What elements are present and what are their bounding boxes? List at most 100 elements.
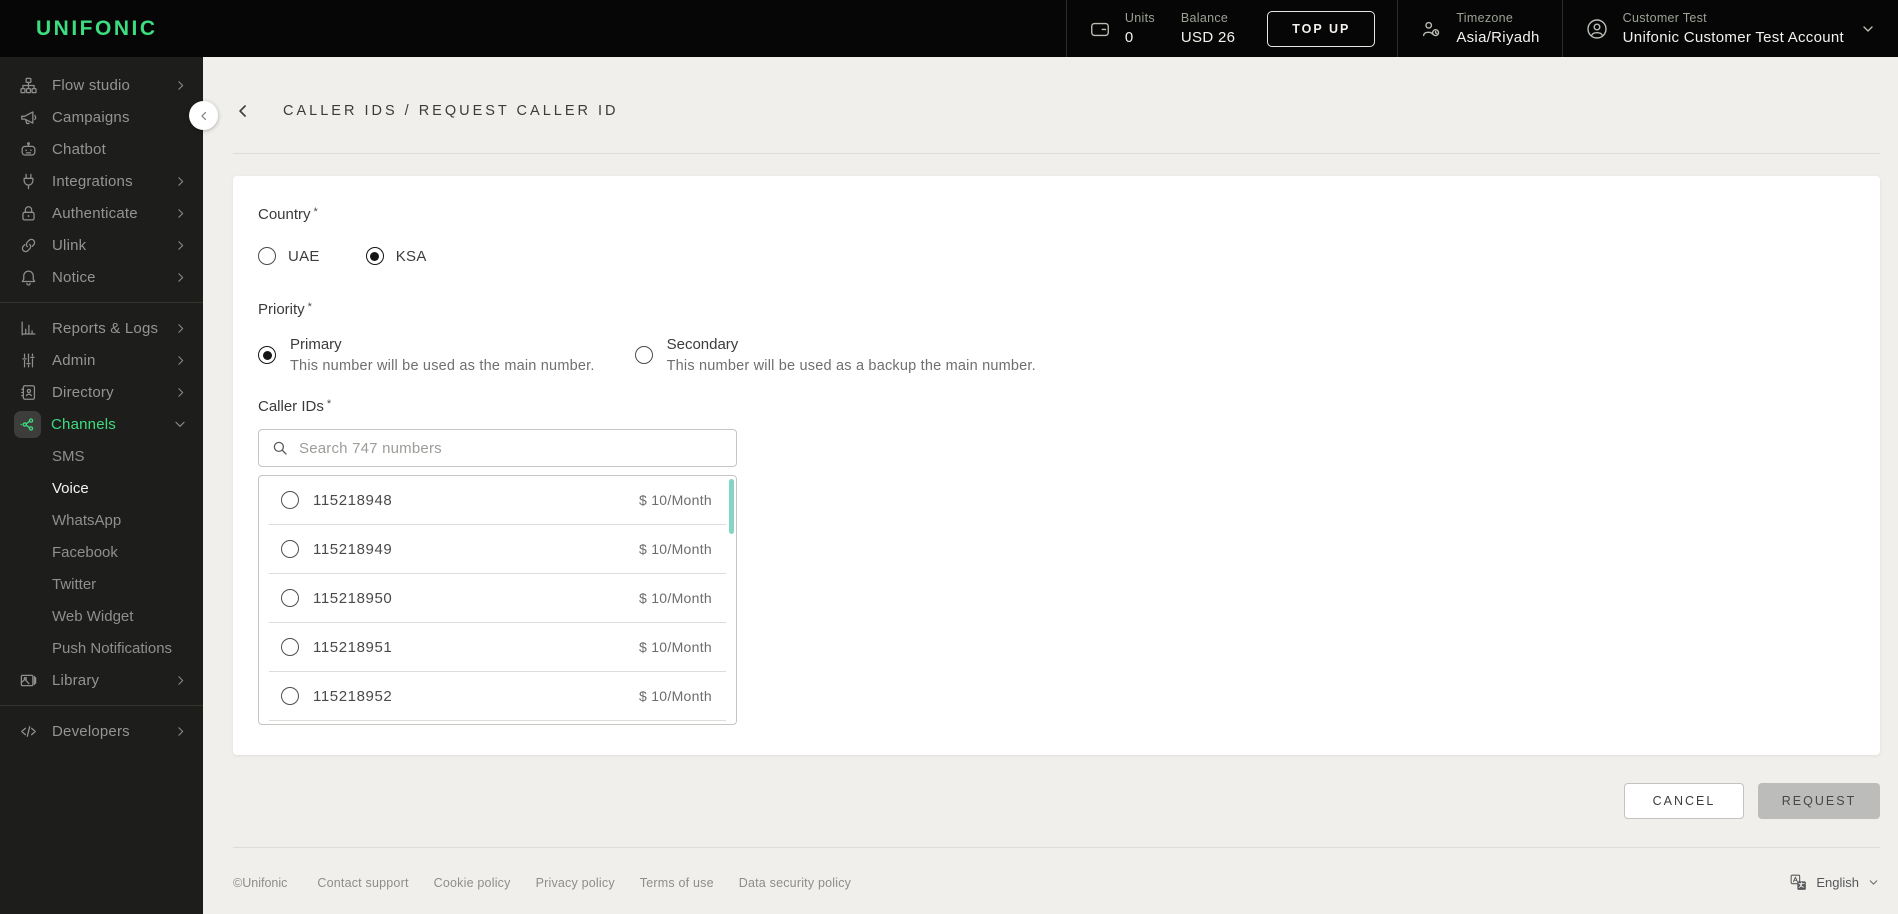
footer-link-cookie-policy[interactable]: Cookie policy: [434, 876, 511, 890]
sidebar-item-label: Ulink: [52, 236, 87, 254]
sidebar-item-directory[interactable]: Directory: [0, 376, 203, 408]
account-section[interactable]: Customer Test Unifonic Customer Test Acc…: [1561, 0, 1898, 57]
chevron-right-icon: [174, 386, 187, 399]
number-search-input[interactable]: [299, 439, 736, 457]
sidebar-subitem-push-notifications[interactable]: Push Notifications: [0, 632, 203, 664]
caller-id-row[interactable]: 115218950 $ 10/Month: [269, 574, 726, 623]
sidebar-item-ulink[interactable]: Ulink: [0, 229, 203, 261]
account-name: Customer Test: [1622, 11, 1707, 25]
sidebar-item-channels[interactable]: Channels: [0, 408, 203, 440]
radio-secondary[interactable]: [634, 346, 653, 364]
megaphone-icon: [19, 108, 38, 127]
sidebar-subitem-sms[interactable]: SMS: [0, 440, 203, 472]
radio-number[interactable]: [281, 687, 299, 705]
radio-primary[interactable]: [258, 346, 276, 364]
required-mark: *: [307, 301, 312, 313]
required-mark: *: [313, 206, 318, 218]
wallet-icon: [1089, 18, 1111, 40]
sidebar-item-label: Notice: [52, 268, 96, 286]
sidebar-item-chatbot[interactable]: Chatbot: [0, 133, 203, 165]
sidebar-item-developers[interactable]: Developers: [0, 715, 203, 747]
sidebar-subitem-web-widget[interactable]: Web Widget: [0, 600, 203, 632]
country-option-ksa[interactable]: KSA: [365, 247, 427, 265]
country-option-uae[interactable]: UAE: [258, 247, 320, 265]
sidebar-subitem-whatsapp[interactable]: WhatsApp: [0, 504, 203, 536]
sidebar-item-authenticate[interactable]: Authenticate: [0, 197, 203, 229]
flow-studio-icon: [19, 76, 38, 95]
footer-link-contact-support[interactable]: Contact support: [317, 876, 408, 890]
number-price: $ 10/Month: [638, 590, 712, 606]
number-value: 115218948: [313, 491, 393, 509]
balance-label: Balance: [1180, 11, 1229, 25]
radio-uae[interactable]: [258, 247, 276, 265]
account-chevron-down-icon[interactable]: [1860, 21, 1876, 37]
caller-id-row[interactable]: 115218951 $ 10/Month: [269, 623, 726, 672]
units-label: Units: [1124, 11, 1155, 25]
number-value: 115218951: [313, 638, 393, 656]
chevron-right-icon: [174, 239, 187, 252]
back-button[interactable]: [233, 101, 253, 121]
sidebar-item-notice[interactable]: Notice: [0, 261, 203, 293]
sidebar-subitem-twitter[interactable]: Twitter: [0, 568, 203, 600]
request-button[interactable]: REQUEST: [1758, 783, 1880, 819]
footer-link-data-security-policy[interactable]: Data security policy: [739, 876, 851, 890]
sidebar-item-admin[interactable]: Admin: [0, 344, 203, 376]
sidebar-item-label: Admin: [52, 351, 96, 369]
address-book-icon: [19, 383, 38, 402]
channels-icon-box: [14, 410, 41, 438]
caller-id-row[interactable]: 115218949 $ 10/Month: [269, 525, 726, 574]
footer-links: Contact support Cookie policy Privacy po…: [317, 876, 851, 890]
sidebar-subitem-facebook[interactable]: Facebook: [0, 536, 203, 568]
radio-number[interactable]: [281, 540, 299, 558]
number-value: 115218950: [313, 589, 393, 607]
sidebar-item-campaigns[interactable]: Campaigns: [0, 101, 203, 133]
priority-option-text: Primary This number will be used as the …: [290, 336, 595, 374]
radio-number[interactable]: [281, 589, 299, 607]
footer-link-privacy-policy[interactable]: Privacy policy: [536, 876, 615, 890]
country-options: UAE KSA: [258, 247, 1880, 265]
list-scrollbar-thumb[interactable]: [729, 479, 734, 534]
language-chevron-down-icon: [1867, 876, 1880, 889]
top-up-button[interactable]: TOP UP: [1267, 10, 1376, 47]
main-content: CALLER IDS / REQUEST CALLER ID Country * …: [203, 57, 1898, 914]
balance-stat: Balance USD 26: [1181, 11, 1235, 46]
radio-ksa[interactable]: [365, 247, 384, 265]
caller-id-row[interactable]: 115218948 $ 10/Month: [269, 476, 726, 525]
chevron-down-icon: [173, 417, 187, 431]
form-actions: CANCEL REQUEST: [233, 783, 1880, 819]
radio-number[interactable]: [281, 491, 299, 509]
plug-icon: [19, 172, 38, 191]
sidebar-item-reports-logs[interactable]: Reports & Logs: [0, 312, 203, 344]
radio-number[interactable]: [281, 638, 299, 656]
priority-option-primary[interactable]: Primary This number will be used as the …: [258, 336, 595, 374]
sidebar-item-label: Directory: [52, 383, 114, 401]
translate-icon: [1790, 874, 1807, 891]
request-caller-id-form-card: Country * UAE KSA Priority * Primary Thi…: [233, 176, 1880, 755]
sidebar-subitem-voice[interactable]: Voice: [0, 472, 203, 504]
sidebar-subitem-label: Voice: [52, 479, 89, 497]
sidebar-collapse-button[interactable]: [189, 101, 218, 130]
chevron-right-icon: [174, 207, 187, 220]
chevron-right-icon: [174, 322, 187, 335]
sliders-icon: [19, 351, 38, 370]
sidebar-item-flow-studio[interactable]: Flow studio: [0, 69, 203, 101]
language-label: English: [1816, 875, 1859, 890]
language-selector[interactable]: English: [1790, 874, 1880, 891]
caller-ids-label: Caller IDs *: [258, 398, 332, 415]
priority-option-name: Primary: [290, 336, 342, 353]
sidebar-item-label: Campaigns: [52, 108, 130, 126]
title-row: CALLER IDS / REQUEST CALLER ID: [233, 101, 1880, 121]
sidebar-item-label: Chatbot: [52, 140, 106, 158]
sidebar-item-library[interactable]: Library: [0, 664, 203, 696]
priority-option-secondary[interactable]: Secondary This number will be used as a …: [634, 336, 1036, 374]
footer-link-terms-of-use[interactable]: Terms of use: [640, 876, 714, 890]
sidebar-item-integrations[interactable]: Integrations: [0, 165, 203, 197]
units-value: 0: [1124, 29, 1134, 46]
timezone-stat: Timezone Asia/Riyadh: [1456, 11, 1539, 46]
caller-id-row[interactable]: 115218952 $ 10/Month: [269, 672, 726, 721]
cancel-button[interactable]: CANCEL: [1624, 783, 1744, 819]
sidebar-divider: [0, 705, 203, 706]
priority-label: Priority *: [258, 301, 312, 318]
sidebar-subitem-label: Facebook: [52, 543, 118, 561]
required-mark: *: [326, 398, 332, 410]
